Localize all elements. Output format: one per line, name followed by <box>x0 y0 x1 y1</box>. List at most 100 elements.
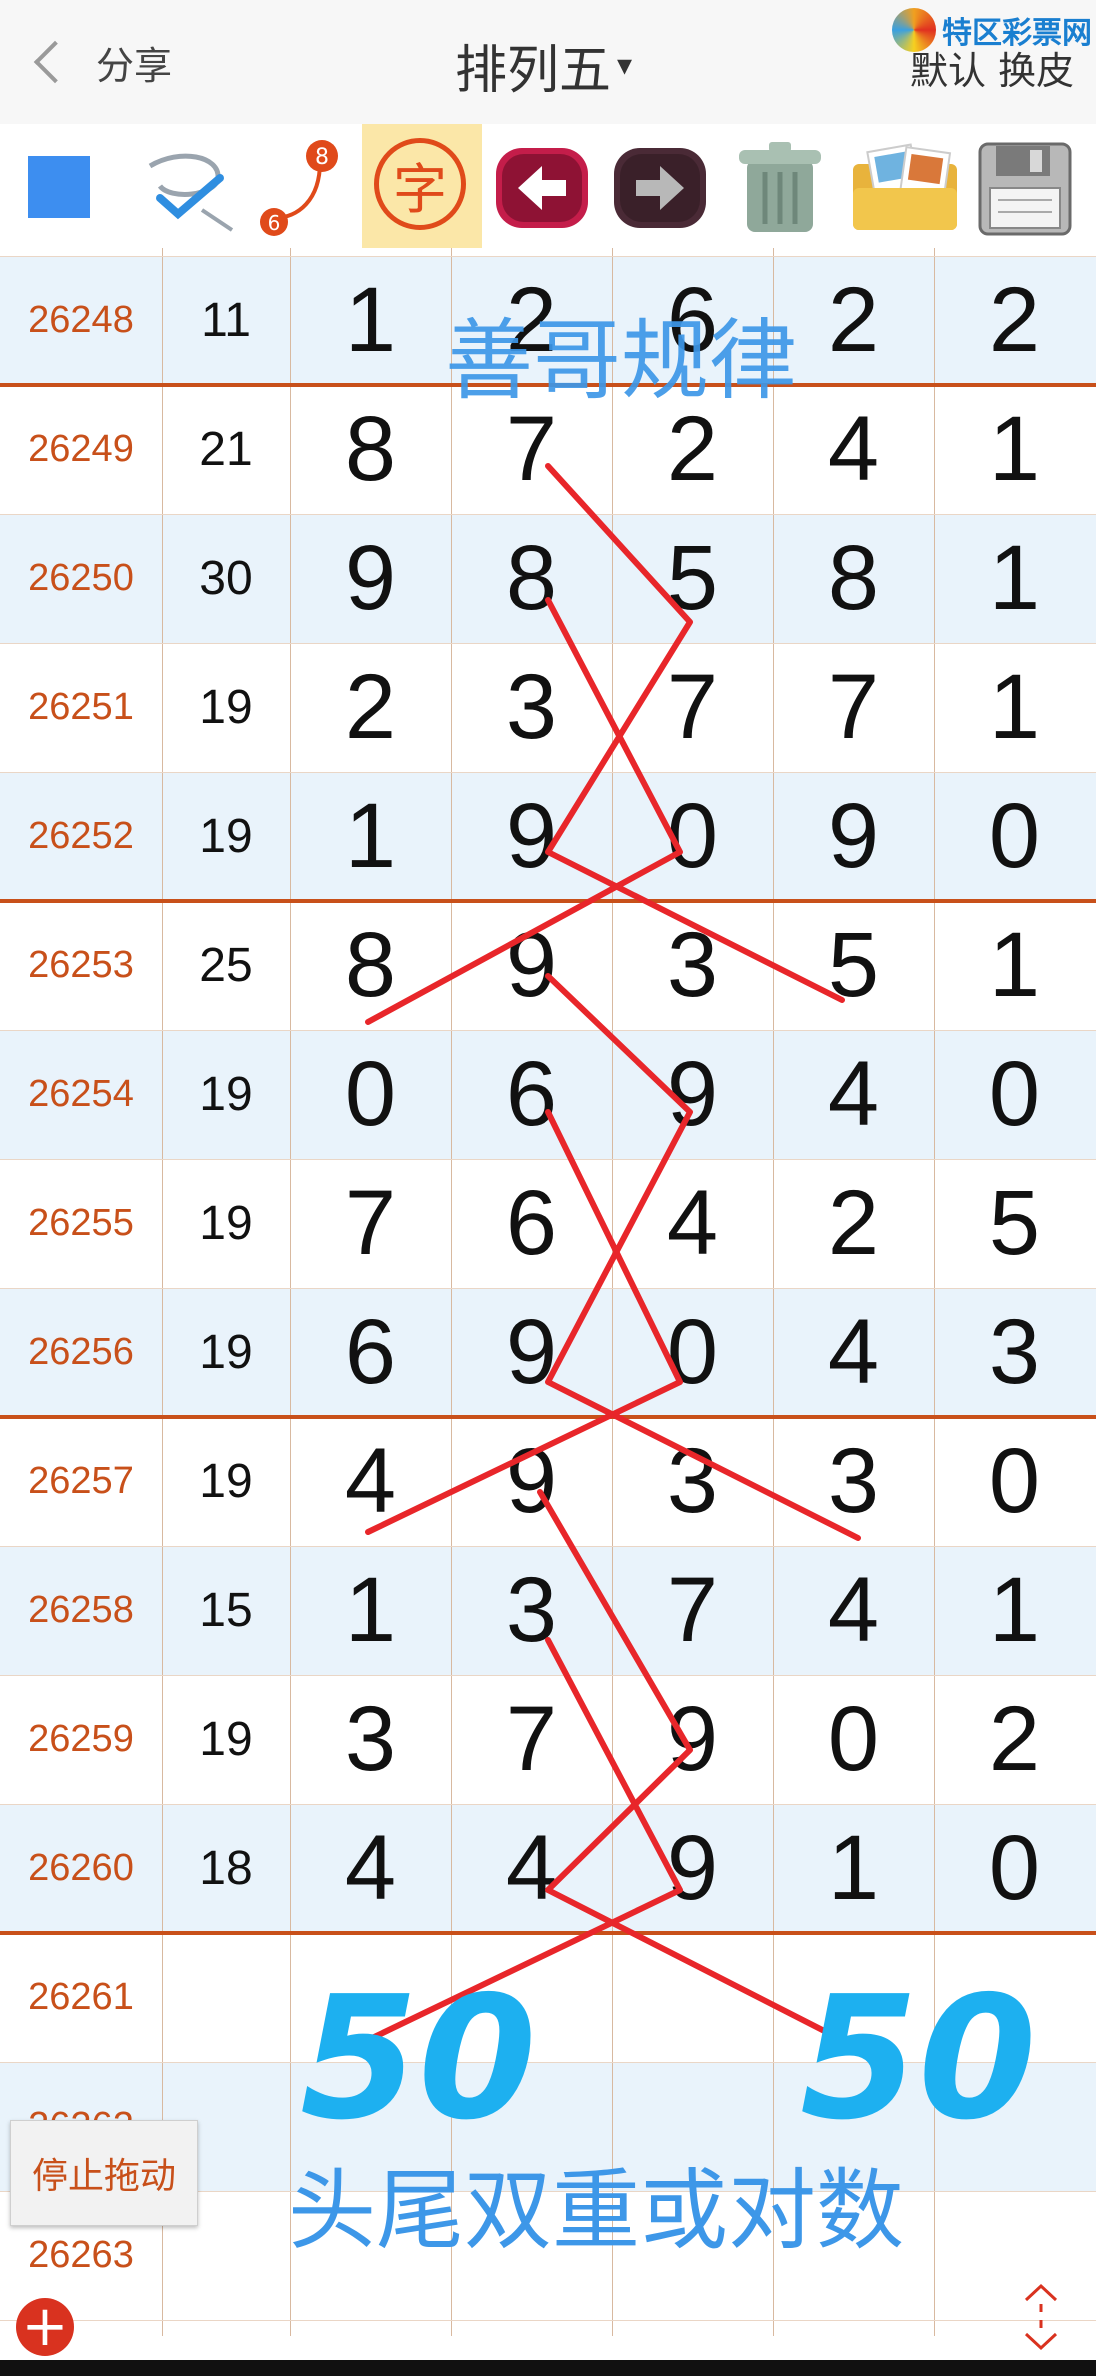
digit-cell: 8 <box>505 527 558 629</box>
lasso-select-tool[interactable] <box>140 138 240 238</box>
table-row[interactable]: 26253 25 8 9 3 5 1 <box>0 901 1096 1030</box>
digit-cell: 6 <box>344 1301 397 1403</box>
table-row[interactable]: 26256 19 6 9 0 4 3 <box>0 1288 1096 1417</box>
up-down-arrows-icon <box>1024 2283 1058 2351</box>
digit-cell: 1 <box>344 1559 397 1661</box>
sum-value: 30 <box>199 552 253 605</box>
sum-value <box>162 1933 290 2062</box>
system-nav-bar <box>0 2360 1096 2376</box>
text-tool[interactable]: 字 <box>362 124 482 248</box>
digit-cell: 0 <box>666 1301 719 1403</box>
annotation-footer: 头尾双重或对数 <box>288 2159 905 2262</box>
digit-cell <box>934 2191 1095 2320</box>
add-button[interactable]: + <box>16 2298 74 2356</box>
undo-arrow-icon <box>496 148 588 228</box>
share-back-button[interactable]: 分享 <box>28 30 178 94</box>
badge-top-number: 8 <box>315 145 329 170</box>
sum-value: 19 <box>199 1197 253 1250</box>
share-label: 分享 <box>96 43 173 88</box>
text-tool-label: 字 <box>393 157 447 221</box>
color-square-tool[interactable] <box>28 156 90 218</box>
digit-cell: 1 <box>827 1817 880 1919</box>
digit-cell: 1 <box>988 398 1041 500</box>
digit-cell: 4 <box>344 1430 397 1532</box>
digit-cell: 7 <box>666 1559 719 1661</box>
save-button[interactable] <box>970 138 1080 238</box>
app-header: 分享 排列五 ▾ 特区彩票网 默认 换皮 <box>0 0 1096 124</box>
table-row[interactable]: 26252 19 1 9 0 9 0 <box>0 772 1096 901</box>
digit-cell: 3 <box>827 1430 880 1532</box>
row-divider <box>0 1159 1096 1160</box>
digit-cell: 7 <box>505 1688 558 1790</box>
trash-can-icon <box>739 142 821 232</box>
digit-cell: 0 <box>666 785 719 887</box>
undo-button[interactable] <box>492 138 592 238</box>
table-row[interactable]: 26250 30 9 8 5 8 1 <box>0 514 1096 643</box>
character-icon: 字 <box>374 138 466 230</box>
digit-cell: 0 <box>344 1043 397 1145</box>
digit-cell: 1 <box>988 1559 1041 1661</box>
digit-cell: 7 <box>344 1172 397 1274</box>
digit-cell: 9 <box>505 1301 558 1403</box>
table-row[interactable]: 26257 19 4 9 3 3 0 <box>0 1417 1096 1546</box>
redo-button[interactable] <box>610 138 710 238</box>
digit-cell: 8 <box>344 398 397 500</box>
row-divider <box>0 1804 1096 1805</box>
table-row[interactable]: 26254 19 0 6 9 4 0 <box>0 1030 1096 1159</box>
digit-cell: 9 <box>666 1688 719 1790</box>
sum-value: 21 <box>199 423 253 476</box>
row-divider <box>0 1288 1096 1289</box>
badge-bottom-number: 6 <box>268 211 281 235</box>
digit-cell: 0 <box>988 1043 1041 1145</box>
digit-cell: 3 <box>666 1430 719 1532</box>
digit-cell: 1 <box>988 656 1041 758</box>
photo-folder-icon <box>853 143 957 230</box>
digit-cell: 4 <box>827 1559 880 1661</box>
digit-cell: 1 <box>344 269 397 371</box>
clear-trash-button[interactable] <box>725 138 835 238</box>
row-divider <box>0 1675 1096 1676</box>
digit-cell: 0 <box>827 1688 880 1790</box>
stop-drag-button[interactable]: 停止拖动 <box>10 2120 198 2226</box>
table-row[interactable]: 26258 15 1 3 7 4 1 <box>0 1546 1096 1675</box>
row-divider <box>0 643 1096 644</box>
annotation-right-number: 50 <box>800 1960 1037 2158</box>
sum-value: 19 <box>199 1326 253 1379</box>
column-divider <box>773 248 774 2336</box>
sum-value: 15 <box>199 1584 253 1637</box>
column-divider <box>612 248 613 2336</box>
digit-cell: 9 <box>505 914 558 1016</box>
sum-value: 19 <box>199 1455 253 1508</box>
image-button[interactable] <box>845 138 965 238</box>
column-divider <box>290 248 291 2336</box>
route-badge-icon: 8 6 <box>260 140 338 236</box>
digit-cell <box>612 1933 773 2062</box>
skin-switch-button[interactable]: 默认 换皮 <box>910 40 1074 95</box>
digit-cell: 5 <box>666 527 719 629</box>
table-row[interactable]: 26260 18 4 4 9 1 0 <box>0 1804 1096 1933</box>
redo-arrow-icon <box>614 148 706 228</box>
step-counter-tool[interactable]: 8 6 <box>250 138 350 238</box>
digit-cell: 4 <box>344 1817 397 1919</box>
digit-cell: 6 <box>505 1172 558 1274</box>
digit-cell: 4 <box>827 1043 880 1145</box>
table-row[interactable]: 26255 19 7 6 4 2 5 <box>0 1159 1096 1288</box>
table-row[interactable]: 26259 19 3 7 9 0 2 <box>0 1675 1096 1804</box>
digit-cell: 3 <box>505 1559 558 1661</box>
row-divider <box>0 514 1096 515</box>
row-divider <box>0 256 1096 257</box>
row-divider <box>0 772 1096 773</box>
digit-cell: 9 <box>344 527 397 629</box>
issue-number: 26251 <box>28 686 134 728</box>
digit-cell: 0 <box>988 1817 1041 1919</box>
digit-cell: 6 <box>505 1043 558 1145</box>
lottery-type-selector[interactable]: 排列五 ▾ <box>455 28 632 103</box>
digit-cell: 9 <box>827 785 880 887</box>
digit-cell: 7 <box>666 656 719 758</box>
digit-cell: 4 <box>666 1172 719 1274</box>
scroll-resize-button[interactable] <box>1018 2282 1064 2352</box>
digit-cell: 9 <box>666 1817 719 1919</box>
digit-cell: 3 <box>666 914 719 1016</box>
table-row[interactable]: 26251 19 2 3 7 7 1 <box>0 643 1096 772</box>
sum-value: 11 <box>201 294 251 347</box>
